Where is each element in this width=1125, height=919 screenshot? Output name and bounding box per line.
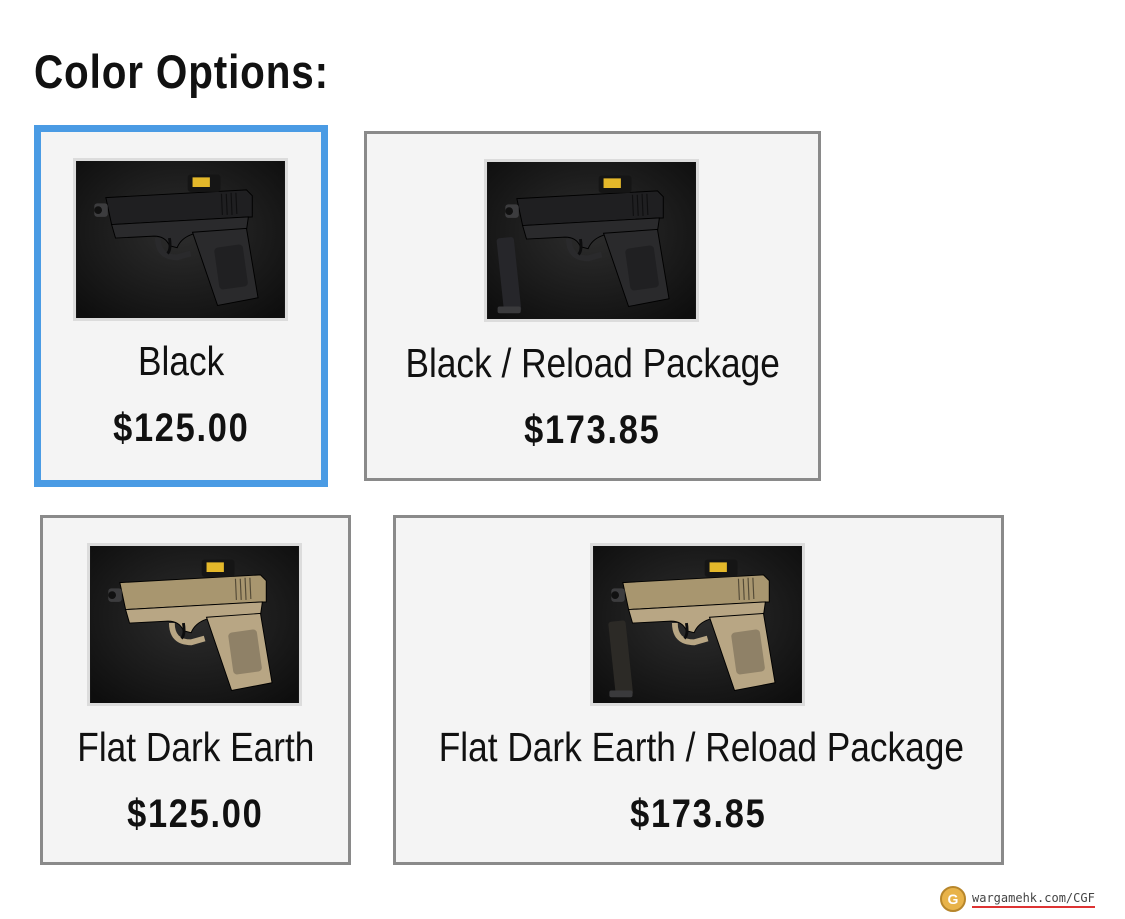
product-image-fde-pistol (87, 543, 302, 706)
watermark-text: wargamehk.com/CGF (972, 891, 1095, 908)
color-option-fde[interactable]: Flat Dark Earth $125.00 (40, 515, 351, 865)
page-title: Color Options: (34, 45, 329, 98)
option-name: Black (137, 338, 225, 384)
option-name: Flat Dark Earth (76, 724, 315, 770)
option-price: $173.85 (524, 408, 661, 452)
product-image-black-pistol (73, 158, 288, 321)
option-name: Flat Dark Earth / Reload Package (438, 724, 964, 770)
option-name: Black / Reload Package (405, 340, 780, 386)
color-option-black[interactable]: Black $125.00 (34, 125, 328, 487)
product-image-black-pistol-with-magazine (484, 159, 699, 322)
option-price: $173.85 (630, 792, 767, 836)
wargamehk-logo-icon: G (940, 886, 966, 912)
option-price: $125.00 (112, 406, 250, 450)
product-image-fde-pistol-with-magazine (590, 543, 805, 706)
watermark: G wargamehk.com/CGF (940, 886, 1095, 912)
option-price: $125.00 (127, 792, 264, 836)
color-option-fde-reload-package[interactable]: Flat Dark Earth / Reload Package $173.85 (393, 515, 1004, 865)
color-option-black-reload-package[interactable]: Black / Reload Package $173.85 (364, 131, 821, 481)
